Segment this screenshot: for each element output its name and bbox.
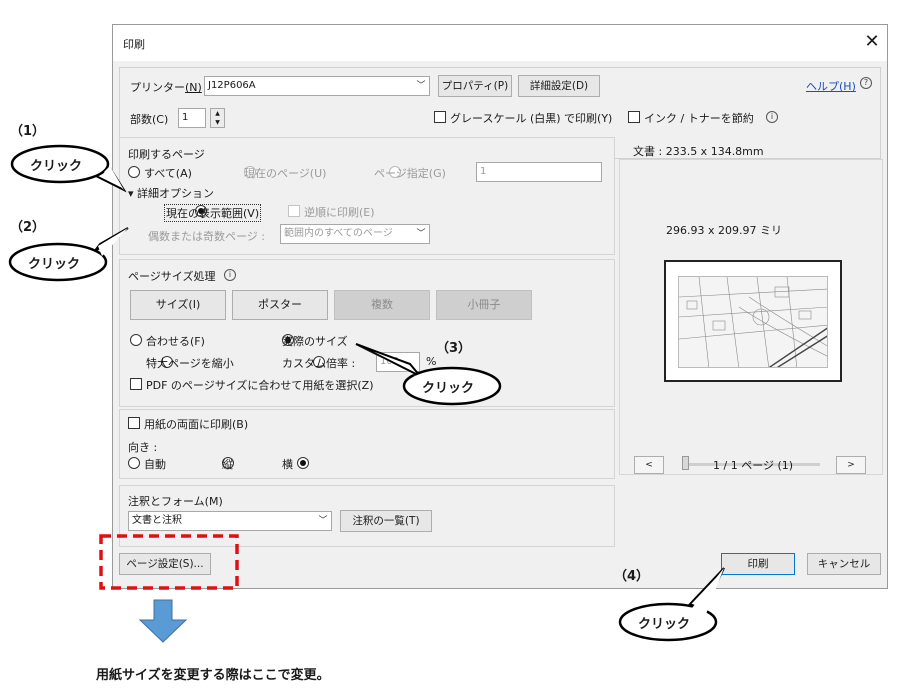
step-4-label: （4） (614, 569, 650, 584)
step-2-label: （2） (10, 220, 46, 235)
step-3-label: （3） (436, 341, 472, 356)
down-arrow-icon (138, 599, 188, 643)
callout-1-text: クリック (30, 159, 83, 174)
instruction-note: 用紙サイズを変更する際はここで変更。 (96, 668, 330, 683)
page-setup-highlight (99, 534, 239, 590)
callout-3-text: クリック (422, 381, 475, 396)
step-1-label: （1） (10, 124, 46, 139)
callout-2-text: クリック (28, 257, 81, 272)
callout-4-text: クリック (638, 617, 691, 632)
